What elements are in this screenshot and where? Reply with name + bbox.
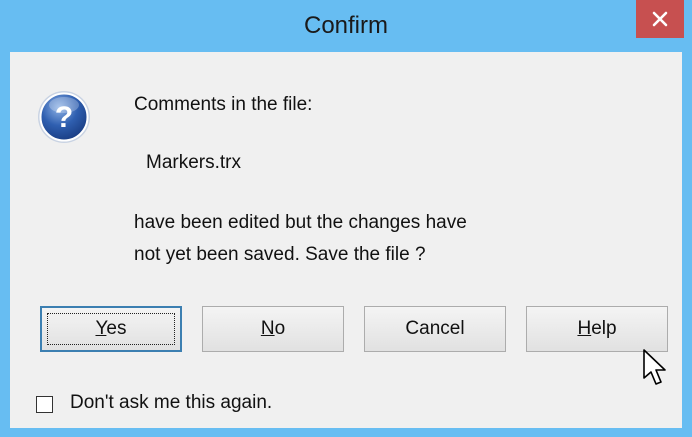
dont-ask-label[interactable]: Don't ask me this again. (70, 392, 272, 414)
no-button[interactable]: No (202, 306, 344, 352)
help-mnemonic: H (577, 318, 592, 339)
no-mnemonic: N (260, 318, 275, 339)
yes-mnemonic: Y (95, 318, 107, 339)
focus-rectangle: Yes (47, 313, 175, 345)
title-bar[interactable]: Confirm (0, 0, 692, 52)
close-icon (652, 11, 668, 27)
confirm-dialog-window: Confirm ? Comments in the file: Markers.… (0, 0, 692, 437)
cancel-label: Cancel (405, 318, 465, 339)
cancel-button[interactable]: Cancel (364, 306, 506, 352)
dialog-body (10, 52, 682, 428)
dont-ask-checkbox[interactable] (36, 396, 53, 413)
message-line-4: not yet been saved. Save the file ? (134, 244, 426, 265)
yes-button[interactable]: Yes (40, 306, 182, 352)
question-icon: ? (38, 91, 90, 143)
yes-label-rest: es (106, 318, 127, 339)
no-label-rest: o (274, 318, 286, 339)
message-line-1: Comments in the file: (134, 94, 313, 115)
help-label-rest: elp (591, 318, 617, 339)
help-button[interactable]: Help (526, 306, 668, 352)
close-button[interactable] (636, 0, 684, 38)
message-filename: Markers.trx (146, 152, 241, 173)
message-line-3: have been edited but the changes have (134, 212, 467, 233)
mouse-pointer-icon (643, 349, 666, 385)
window-title: Confirm (303, 12, 388, 39)
svg-text:?: ? (55, 101, 73, 134)
